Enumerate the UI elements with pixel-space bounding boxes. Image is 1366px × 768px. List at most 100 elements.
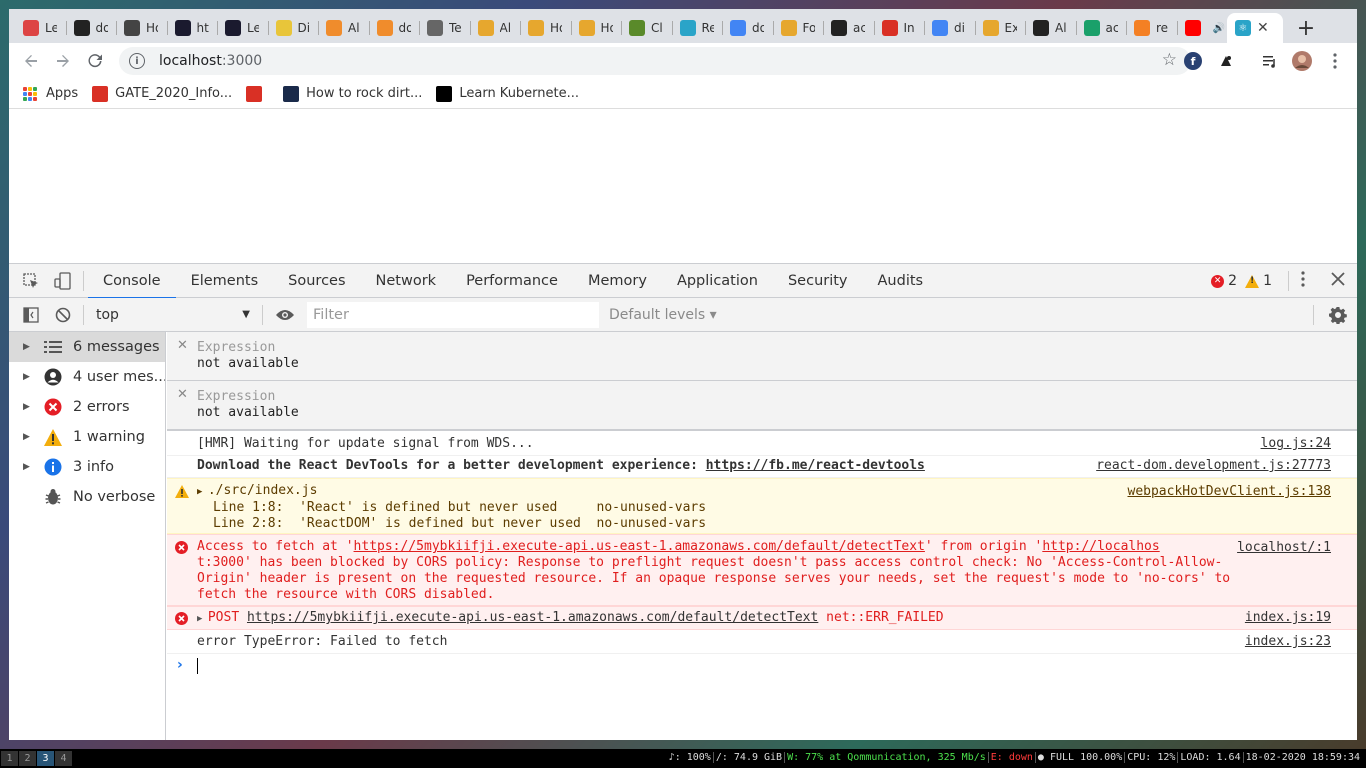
tab-elements[interactable]: Elements xyxy=(176,264,274,298)
browser-tab[interactable]: Re xyxy=(671,13,723,43)
browser-tab-active[interactable]: ⚛ ✕ xyxy=(1227,13,1283,43)
warning-count-icon[interactable] xyxy=(1245,274,1260,288)
browser-tab[interactable]: Ex xyxy=(974,13,1026,43)
bookmark-item[interactable]: Learn Kubernete... xyxy=(436,85,579,102)
bookmark-item[interactable]: How to rock dirt... xyxy=(283,85,422,102)
forward-button[interactable] xyxy=(47,45,79,77)
browser-tab[interactable]: do xyxy=(368,13,420,43)
log-levels-dropdown[interactable]: Default levels ▾ xyxy=(609,307,717,323)
post-url-link[interactable]: https://5mybkiifji.execute-api.us-east-1… xyxy=(247,610,818,625)
message-source-link[interactable]: index.js:23 xyxy=(1245,634,1331,650)
star-icon[interactable]: ☆ xyxy=(1162,50,1177,70)
filter-input[interactable] xyxy=(307,301,599,328)
sidebar-item-user[interactable]: ▶ 4 user mes... xyxy=(9,362,165,392)
cors-url-link[interactable]: https://5mybkiifji.execute-api.us-east-1… xyxy=(354,539,925,554)
sidebar-item-list[interactable]: ▶ 6 messages xyxy=(9,332,165,362)
browser-tab[interactable]: Al xyxy=(1025,13,1076,43)
inspect-element-button[interactable] xyxy=(15,264,47,298)
workspace-button[interactable]: 1 xyxy=(1,751,18,766)
browser-tab[interactable]: Te xyxy=(419,13,470,43)
context-select[interactable]: top ▼ xyxy=(88,302,258,328)
message-source-link[interactable]: index.js:19 xyxy=(1245,610,1331,626)
error-count[interactable]: 2 xyxy=(1228,273,1237,289)
sidebar-item-error[interactable]: ▶ 2 errors xyxy=(9,392,165,422)
expand-triangle-icon[interactable]: ▶ xyxy=(23,432,39,442)
tab-performance[interactable]: Performance xyxy=(451,264,573,298)
workspace-button[interactable]: 3 xyxy=(37,751,54,766)
dark-reader-extension-icon[interactable] xyxy=(1216,51,1236,71)
browser-tab[interactable]: Al xyxy=(318,13,369,43)
tab-console[interactable]: Console xyxy=(88,264,176,299)
browser-tab[interactable]: 🔊 xyxy=(1176,13,1228,43)
media-queue-icon[interactable] xyxy=(1260,51,1280,71)
message-source-link[interactable]: webpackHotDevClient.js:138 xyxy=(1128,484,1332,500)
devtools-menu-icon[interactable] xyxy=(1301,271,1305,291)
workspace-button[interactable]: 4 xyxy=(55,751,72,766)
bookmark-item[interactable]: Apps xyxy=(23,86,78,101)
reload-button[interactable] xyxy=(79,45,111,77)
console-settings-icon[interactable] xyxy=(1329,306,1347,328)
browser-tab[interactable]: Al xyxy=(469,13,521,43)
tab-security[interactable]: Security xyxy=(773,264,863,298)
message-source-link[interactable]: localhost/:1 xyxy=(1233,540,1331,556)
browser-tab[interactable]: Fo xyxy=(772,13,824,43)
bookmark-item[interactable]: GATE_2020_Info... xyxy=(92,85,232,102)
sidebar-item-info[interactable]: ▶ 3 info xyxy=(9,452,165,482)
close-devtools-icon[interactable] xyxy=(1331,272,1345,290)
tab-audits[interactable]: Audits xyxy=(863,264,939,298)
browser-tab[interactable]: Le xyxy=(15,13,66,43)
browser-tab[interactable]: Le xyxy=(217,13,268,43)
sidebar-item-warning[interactable]: ▶ 1 warning xyxy=(9,422,165,452)
warning-count[interactable]: 1 xyxy=(1263,273,1272,289)
expression-name[interactable]: Expression xyxy=(197,389,1357,404)
live-expression-button[interactable] xyxy=(267,298,303,332)
error-count-icon[interactable]: ✕ xyxy=(1211,274,1225,288)
expand-triangle-icon[interactable]: ▶ xyxy=(23,372,39,382)
bookmark-item[interactable] xyxy=(246,85,269,102)
browser-tab[interactable]: Cl xyxy=(621,13,672,43)
workspace-button[interactable]: 2 xyxy=(19,751,36,766)
back-button[interactable] xyxy=(15,45,47,77)
browser-tab[interactable]: do xyxy=(722,13,773,43)
expand-triangle-icon[interactable]: ▶ xyxy=(197,487,208,497)
tab-sources[interactable]: Sources xyxy=(273,264,360,298)
react-devtools-link[interactable]: https://fb.me/react-devtools xyxy=(706,458,925,473)
post-error-line[interactable]: ▶ POST https://5mybkiifji.execute-api.us… xyxy=(197,610,944,625)
browser-tab[interactable]: do xyxy=(65,13,117,43)
tab-memory[interactable]: Memory xyxy=(573,264,662,298)
remove-expression-icon[interactable]: ✕ xyxy=(177,387,188,402)
browser-tab[interactable]: ac xyxy=(823,13,874,43)
expand-triangle-icon[interactable]: ▶ xyxy=(197,614,208,624)
kebab-menu-icon[interactable] xyxy=(1325,51,1345,71)
browser-tab[interactable]: ac xyxy=(1075,13,1127,43)
origin-link[interactable]: http://localhos xyxy=(1042,539,1159,554)
close-tab-icon[interactable]: ✕ xyxy=(1257,20,1269,36)
show-sidebar-button[interactable] xyxy=(15,298,47,332)
browser-tab[interactable]: re xyxy=(1126,13,1177,43)
console-prompt[interactable]: › xyxy=(167,654,1357,678)
browser-tab[interactable]: di xyxy=(924,13,975,43)
tab-network[interactable]: Network xyxy=(361,264,452,298)
browser-tab[interactable]: In xyxy=(873,13,925,43)
remove-expression-icon[interactable]: ✕ xyxy=(177,338,188,353)
avatar[interactable] xyxy=(1292,51,1312,71)
browser-tab[interactable]: ht xyxy=(166,13,218,43)
device-toolbar-button[interactable] xyxy=(47,264,79,298)
expand-triangle-icon[interactable]: ▶ xyxy=(23,462,39,472)
clear-console-button[interactable] xyxy=(47,298,79,332)
sidebar-item-bug[interactable]: No verbose xyxy=(9,482,165,512)
audio-playing-icon[interactable]: 🔊 xyxy=(1213,23,1225,34)
expression-name[interactable]: Expression xyxy=(197,340,1357,355)
browser-tab[interactable]: Ho xyxy=(570,13,622,43)
expand-triangle-icon[interactable]: ▶ xyxy=(23,402,39,412)
info-icon[interactable]: i xyxy=(129,53,145,69)
expand-triangle-icon[interactable]: ▶ xyxy=(23,342,39,352)
browser-tab[interactable]: Ho xyxy=(116,13,167,43)
message-source-link[interactable]: react-dom.development.js:27773 xyxy=(1096,458,1331,474)
browser-tab[interactable]: Di xyxy=(267,13,319,43)
browser-tab[interactable]: Ho xyxy=(520,13,571,43)
address-bar[interactable]: i localhost:3000 ☆ xyxy=(119,47,1191,75)
tab-application[interactable]: Application xyxy=(662,264,773,298)
message-source-link[interactable]: log.js:24 xyxy=(1261,436,1331,452)
fedora-extension-icon[interactable]: f xyxy=(1183,51,1203,71)
